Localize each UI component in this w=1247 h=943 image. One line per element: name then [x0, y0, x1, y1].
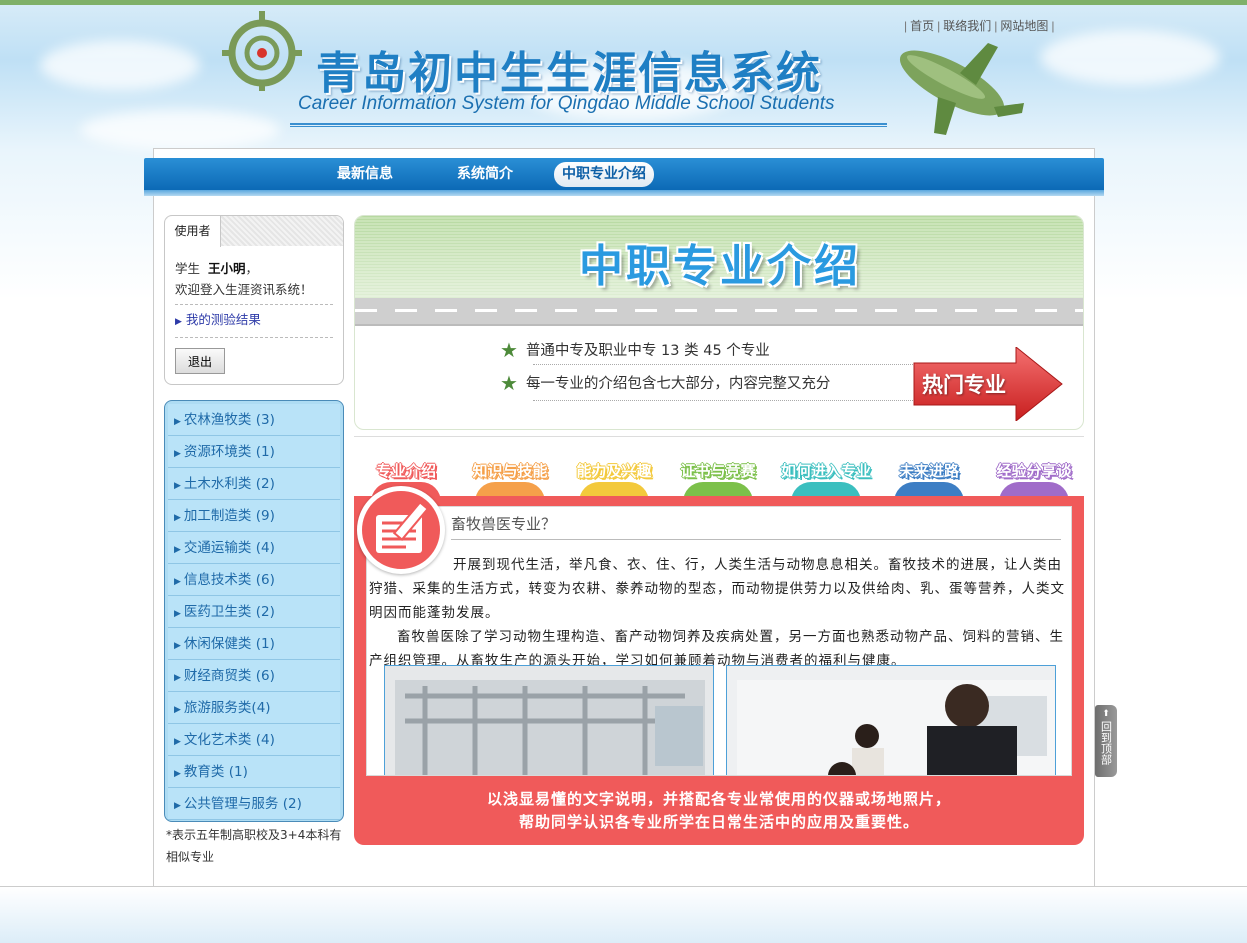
- category-item[interactable]: ▶ 农林渔牧类 (3): [168, 404, 340, 436]
- category-item[interactable]: ▶ 资源环境类 (1): [168, 436, 340, 468]
- logout-button[interactable]: 退出: [175, 348, 225, 374]
- tab-label: 能力及兴趣: [576, 462, 652, 480]
- triangle-right-icon: ▶: [174, 545, 181, 555]
- tab-5[interactable]: 未来进路: [890, 460, 968, 502]
- category-label: 加工制造类 (9): [183, 508, 275, 524]
- category-label: 旅游服务类(4): [183, 700, 271, 716]
- arrow-right-icon: ▶: [175, 317, 182, 327]
- pen-notebook-icon: [357, 486, 445, 574]
- tab-4[interactable]: 如何进入专业: [774, 460, 878, 502]
- category-item[interactable]: ▶ 教育类 (1): [168, 756, 340, 788]
- category-item[interactable]: ▶ 信息技术类 (6): [168, 564, 340, 596]
- main-nav: 最新信息 系统简介 中职专业介绍: [144, 158, 1104, 196]
- nav-item-vocational[interactable]: 中职专业介绍: [554, 162, 654, 187]
- site-subtitle: Career Information System for Qingdao Mi…: [298, 93, 835, 114]
- equipment-photo: [384, 665, 714, 775]
- major-question: 畜牧兽医专业？: [451, 515, 557, 533]
- nav-item-intro[interactable]: 系统简介: [449, 162, 521, 187]
- triangle-right-icon: ▶: [174, 769, 181, 779]
- category-item[interactable]: ▶ 公共管理与服务 (2): [168, 788, 340, 820]
- panel-caption: 以浅显易懂的文字说明，并搭配各专业常使用的仪器或场地照片， 帮助同学认识各专业所…: [486, 790, 951, 831]
- tab-6[interactable]: 经验分享谈: [988, 460, 1080, 502]
- user-name: 王小明: [208, 261, 246, 276]
- triangle-right-icon: ▶: [174, 481, 181, 491]
- tab-3[interactable]: 证书与竞赛: [672, 460, 764, 502]
- page-footer: [0, 886, 1247, 943]
- triangle-right-icon: ▶: [174, 513, 181, 523]
- category-label: 交通运输类 (4): [183, 540, 275, 556]
- triangle-right-icon: ▶: [174, 449, 181, 459]
- intro-paragraph-1: 开展到现代生活，举凡食、衣、住、行，人类生活与动物息息相关。畜牧技术的进展，让人…: [369, 557, 1065, 621]
- category-item[interactable]: ▶ 加工制造类 (9): [168, 500, 340, 532]
- road-decoration: [355, 298, 1083, 324]
- category-label: 文化艺术类 (4): [183, 732, 275, 748]
- major-intro-panel: 畜牧兽医专业？ 开展到现代生活，举凡食、衣、住、行，人类生活与动物息息相关。畜牧…: [354, 496, 1084, 845]
- category-item[interactable]: ▶ 医药卫生类 (2): [168, 596, 340, 628]
- tab-label: 专业介绍: [375, 462, 436, 480]
- top-links: | 首页 | 联络我们 | 网站地图 |: [904, 19, 1055, 33]
- category-label: 公共管理与服务 (2): [183, 796, 302, 812]
- airplane-icon: [899, 43, 1024, 135]
- tab-label: 未来进路: [898, 462, 959, 480]
- site-header: 青岛初中生生涯信息系统 Career Information System fo…: [0, 5, 1247, 150]
- category-label: 土木水利类 (2): [183, 476, 275, 492]
- tab-label: 知识与技能: [472, 462, 548, 480]
- back-to-top-label: 回到顶部: [1099, 721, 1113, 765]
- tab-2[interactable]: 能力及兴趣: [568, 460, 660, 502]
- banner-bullet: ★ 每一专业的介绍包含七大部分，内容完整又充分: [500, 371, 831, 395]
- triangle-right-icon: ▶: [174, 705, 181, 715]
- tab-1[interactable]: 知识与技能: [462, 460, 558, 502]
- category-item[interactable]: ▶ 交通运输类 (4): [168, 532, 340, 564]
- category-item[interactable]: ▶ 土木水利类 (2): [168, 468, 340, 500]
- nav-item-latest[interactable]: 最新信息: [329, 162, 401, 187]
- classroom-photo: [726, 665, 1056, 775]
- star-icon: ★: [500, 371, 518, 395]
- tab-label: 证书与竞赛: [680, 462, 756, 480]
- home-link[interactable]: 首页: [910, 19, 934, 33]
- banner-bullet: ★ 普通中专及职业中专 13 类 45 个专业: [500, 338, 770, 362]
- star-icon: ★: [500, 338, 518, 362]
- category-list: ▶ 农林渔牧类 (3) ▶ 资源环境类 (1) ▶ 土木水利类 (2) ▶ 加工制造类 (9)…: [164, 400, 344, 822]
- test-results-link[interactable]: 我的测验结果: [186, 312, 261, 327]
- hot-majors-button[interactable]: [912, 347, 1064, 421]
- banner-title: 中职专业介绍: [579, 241, 861, 292]
- footnote: *表示五年制高职校及3+4本科有相似专业: [166, 828, 342, 864]
- triangle-right-icon: ▶: [174, 609, 181, 619]
- category-label: 教育类 (1): [183, 764, 248, 780]
- sample-intro-card: 畜牧兽医专业？ 开展到现代生活，举凡食、衣、住、行，人类生活与动物息息相关。畜牧…: [366, 506, 1072, 776]
- triangle-right-icon: ▶: [174, 673, 181, 683]
- triangle-right-icon: ▶: [174, 577, 181, 587]
- title-underline: [290, 123, 887, 127]
- tab-label: 经验分享谈: [996, 462, 1072, 480]
- user-role: 学生: [175, 261, 201, 276]
- category-label: 资源环境类 (1): [183, 444, 275, 460]
- category-item[interactable]: ▶ 文化艺术类 (4): [168, 724, 340, 756]
- triangle-right-icon: ▶: [174, 641, 181, 651]
- triangle-right-icon: ▶: [174, 417, 181, 427]
- sitemap-link[interactable]: 网站地图: [1000, 19, 1048, 33]
- welcome-text: 欢迎登入生涯资讯系统！: [175, 282, 313, 297]
- back-to-top-button[interactable]: ⬆ 回到顶部: [1095, 705, 1117, 777]
- category-label: 休闲保健类 (1): [183, 636, 275, 652]
- site-title: 青岛初中生生涯信息系统: [316, 48, 822, 99]
- triangle-right-icon: ▶: [174, 801, 181, 811]
- tab-label: 如何进入专业: [780, 462, 871, 480]
- user-greeting: 学生 王小明，: [175, 261, 259, 276]
- contact-link[interactable]: 联络我们: [943, 19, 991, 33]
- target-logo-icon: [222, 11, 302, 91]
- category-item[interactable]: ▶ 财经商贸类 (6): [168, 660, 340, 692]
- category-item[interactable]: ▶ 休闲保健类 (1): [168, 628, 340, 660]
- category-item[interactable]: ▶ 旅游服务类(4): [168, 692, 340, 724]
- category-label: 信息技术类 (6): [183, 572, 275, 588]
- user-tab: 使用者: [165, 216, 221, 247]
- triangle-right-icon: ▶: [174, 737, 181, 747]
- category-label: 医药卫生类 (2): [183, 604, 275, 620]
- category-label: 农林渔牧类 (3): [183, 412, 275, 428]
- user-panel: 使用者 学生 王小明， 欢迎登入生涯资讯系统！ ▶ 我的测验结果 退出: [164, 215, 344, 385]
- tab-0[interactable]: 专业介绍: [368, 460, 444, 502]
- category-label: 财经商贸类 (6): [183, 668, 275, 684]
